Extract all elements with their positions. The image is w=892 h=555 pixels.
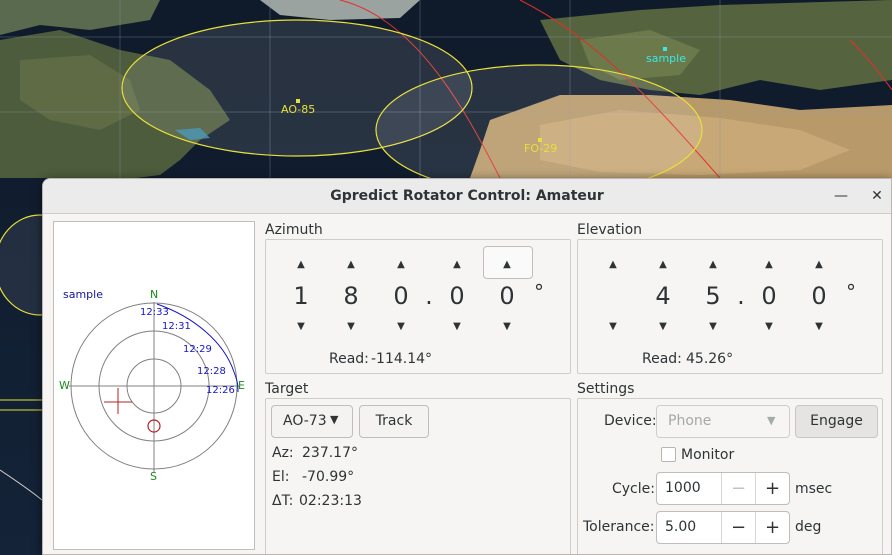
azimuth-up-arrow[interactable]: ▲ — [449, 259, 465, 270]
cycle-decrement-button[interactable]: − — [721, 473, 755, 504]
azimuth-down-arrow[interactable]: ▼ — [293, 321, 309, 332]
azimuth-digit: 0 — [499, 282, 515, 310]
elevation-down-arrow[interactable]: ▼ — [761, 321, 777, 332]
elevation-up-arrow[interactable]: ▲ — [605, 259, 621, 270]
rotator-control-window: Gpredict Rotator Control: Amateur — ✕ sa… — [42, 178, 892, 555]
azimuth-decimal-point: . — [425, 282, 433, 310]
elevation-down-arrow[interactable]: ▼ — [655, 321, 671, 332]
elevation-digit: 0 — [761, 282, 777, 310]
target-dt-label: ΔT: — [272, 493, 294, 509]
elevation-degree-sign: ° — [846, 280, 856, 304]
target-frame-label: Target — [265, 381, 309, 397]
track-button[interactable]: Track — [359, 405, 429, 438]
cycle-label: Cycle: — [612, 481, 655, 497]
azimuth-read-label: Read: — [329, 351, 369, 367]
tolerance-unit: deg — [795, 519, 822, 535]
elevation-up-arrow[interactable]: ▲ — [705, 259, 721, 270]
engage-button[interactable]: Engage — [795, 405, 878, 438]
azimuth-degree-sign: ° — [534, 280, 544, 304]
tolerance-label: Tolerance: — [583, 519, 655, 535]
chevron-down-icon: ▼ — [330, 413, 339, 426]
pass-time: 12:29 — [183, 344, 212, 355]
elevation-digit: 0 — [811, 282, 827, 310]
elevation-up-arrow[interactable]: ▲ — [761, 259, 777, 270]
settings-frame-label: Settings — [577, 381, 635, 397]
satellite-label-ao85: AO-85 — [281, 103, 316, 116]
close-icon[interactable]: ✕ — [868, 187, 886, 205]
satellite-label-sample: sample — [646, 52, 686, 65]
cycle-unit: msec — [795, 481, 833, 497]
compass-north: N — [150, 288, 159, 301]
device-value: Phone — [668, 413, 712, 429]
satellite-marker-sample — [663, 47, 667, 51]
azimuth-down-arrow[interactable]: ▼ — [449, 321, 465, 332]
azimuth-digit: 0 — [393, 282, 409, 310]
cycle-increment-button[interactable]: + — [755, 473, 789, 504]
azimuth-down-arrow[interactable]: ▼ — [343, 321, 359, 332]
target-satellite-value: AO-73 — [283, 413, 327, 429]
elevation-digit: 5 — [705, 282, 721, 310]
azimuth-up-arrow[interactable]: ▲ — [499, 259, 515, 270]
target-az-value: 237.17° — [302, 445, 358, 461]
window-title: Gpredict Rotator Control: Amateur — [330, 188, 604, 204]
target-el-label: El: — [272, 469, 290, 485]
elevation-frame-label: Elevation — [577, 222, 643, 238]
tolerance-value: 5.00 — [665, 519, 697, 535]
monitor-checkbox[interactable] — [661, 447, 676, 462]
target-dt-value: 02:23:13 — [299, 493, 362, 509]
compass-south: S — [150, 470, 157, 483]
pass-time: 12:31 — [162, 321, 191, 332]
elevation-down-arrow[interactable]: ▼ — [811, 321, 827, 332]
azimuth-down-arrow[interactable]: ▼ — [393, 321, 409, 332]
pass-time: 12:28 — [197, 366, 226, 377]
polar-sat-label: sample — [63, 288, 103, 301]
azimuth-down-arrow[interactable]: ▼ — [499, 321, 515, 332]
elevation-down-arrow[interactable]: ▼ — [605, 321, 621, 332]
target-az-label: Az: — [272, 445, 294, 461]
device-dropdown[interactable]: Phone ▼ — [656, 405, 790, 438]
azimuth-digit: 1 — [293, 282, 309, 310]
tolerance-increment-button[interactable]: + — [755, 512, 789, 543]
azimuth-up-arrow[interactable]: ▲ — [393, 259, 409, 270]
compass-west: W — [59, 379, 70, 392]
tolerance-spinbutton[interactable]: 5.00 − + — [656, 511, 790, 544]
azimuth-digit: 0 — [449, 282, 465, 310]
azimuth-frame-label: Azimuth — [265, 222, 323, 238]
azimuth-up-arrow[interactable]: ▲ — [293, 259, 309, 270]
elevation-read-label: Read: — [642, 351, 682, 367]
cycle-value: 1000 — [665, 480, 701, 496]
azimuth-read-value: -114.14° — [371, 351, 433, 367]
device-label: Device: — [604, 413, 657, 429]
elevation-up-arrow[interactable]: ▲ — [811, 259, 827, 270]
polar-plot[interactable]: sample N S W E 12:33 12:31 12:29 12:28 1… — [53, 221, 255, 550]
pass-time: 12:33 — [140, 307, 169, 318]
cycle-spinbutton[interactable]: 1000 − + — [656, 472, 790, 505]
window-titlebar[interactable]: Gpredict Rotator Control: Amateur — ✕ — [43, 179, 891, 214]
satellite-label-fo29: FO-29 — [524, 142, 558, 155]
elevation-digit: 4 — [655, 282, 671, 310]
elevation-decimal-point: . — [737, 282, 745, 310]
elevation-down-arrow[interactable]: ▼ — [705, 321, 721, 332]
pass-time: 12:26 — [206, 385, 235, 396]
azimuth-digit: 8 — [343, 282, 359, 310]
compass-east: E — [238, 379, 245, 392]
tolerance-decrement-button[interactable]: − — [721, 512, 755, 543]
chevron-down-icon: ▼ — [767, 414, 776, 427]
elevation-read-value: 45.26° — [686, 351, 734, 367]
minimize-icon[interactable]: — — [832, 187, 850, 205]
target-satellite-dropdown[interactable]: AO-73 ▼ — [271, 405, 353, 438]
target-el-value: -70.99° — [302, 469, 355, 485]
azimuth-up-arrow[interactable]: ▲ — [343, 259, 359, 270]
elevation-up-arrow[interactable]: ▲ — [655, 259, 671, 270]
monitor-label: Monitor — [681, 447, 735, 463]
